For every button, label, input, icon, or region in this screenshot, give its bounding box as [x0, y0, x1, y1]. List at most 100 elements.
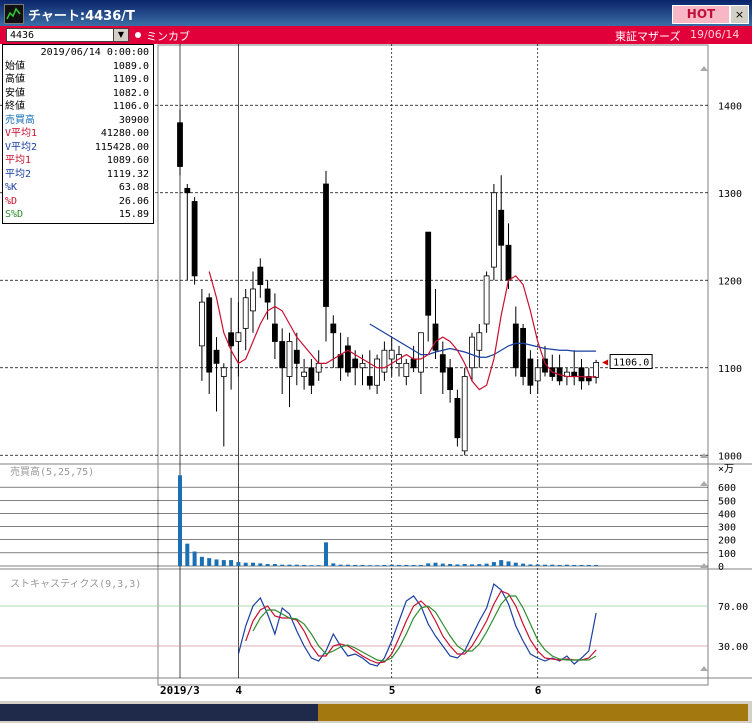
candle-body [417, 332, 424, 373]
candle-body [228, 332, 235, 347]
volume-bar [309, 565, 314, 566]
volume-bar [178, 475, 182, 566]
info-label: 売買高 [5, 114, 35, 126]
last-price-label: 1106.0 [613, 358, 649, 369]
info-row: 平均2 1119.32 [5, 168, 151, 181]
volume-bar [375, 565, 380, 566]
candle-body [381, 349, 388, 373]
volume-bar [382, 564, 387, 566]
x-tick-label: 6 [535, 684, 542, 697]
info-label: S%D [5, 209, 24, 220]
stock-code-input[interactable]: 4436 [6, 28, 120, 42]
volume-tick-label: 0 [718, 562, 724, 573]
info-label: 終値 [5, 101, 25, 112]
info-row: %D 26.06 [5, 195, 151, 208]
candle-body [410, 358, 417, 369]
info-row: 安値 1082.0 [5, 87, 151, 100]
candle-body [454, 397, 461, 439]
volume-tick-label: 300 [718, 523, 736, 534]
info-value: 1082.0 [112, 87, 149, 99]
volume-bar [397, 564, 401, 566]
candle-body [308, 367, 315, 386]
price-tick-label: 1000 [718, 451, 742, 462]
panel-marker-icon [700, 563, 708, 568]
candle-body [571, 371, 578, 377]
candle-body [315, 362, 322, 373]
volume-bar [324, 542, 328, 566]
volume-bar [221, 560, 226, 566]
scroll-left-area[interactable] [0, 704, 318, 721]
volume-bar [287, 564, 292, 566]
info-value: 1089.0 [112, 60, 149, 72]
x-tick-label: 2019/3 [160, 684, 200, 697]
volume-bar [185, 543, 190, 566]
stochastic-title: ストキャスティクス(9,3,3) [10, 578, 141, 590]
volume-title: 売買高(5,25,75) [10, 465, 94, 478]
volume-bar [389, 564, 394, 566]
volume-bar [345, 564, 350, 566]
price-tick-label: 1400 [718, 101, 742, 112]
candle-body [512, 323, 519, 369]
candle-body [213, 349, 220, 364]
volume-bar [214, 559, 219, 566]
candle-body [323, 183, 329, 307]
info-label: V平均1 [5, 128, 38, 139]
chart-source-label: ミンカブ [146, 30, 190, 43]
volume-bar [557, 564, 562, 566]
volume-bar [302, 564, 307, 566]
volume-bar [491, 562, 496, 566]
volume-tick-label: 500 [718, 496, 736, 507]
info-row: S%D 15.89 [5, 208, 151, 221]
volume-bar [477, 564, 482, 566]
volume-bar [550, 564, 555, 566]
info-value: 1089.60 [106, 155, 149, 166]
volume-bar [433, 562, 438, 566]
volume-bar [543, 564, 547, 566]
info-value: 1106.0 [112, 101, 149, 112]
info-row: V平均2 115428.00 [5, 141, 151, 154]
candle-body [403, 362, 410, 377]
market-label: 東証マザーズ [615, 30, 681, 43]
info-row: 2019/06/14 0:00:00 [5, 46, 151, 59]
candle-body [177, 122, 183, 167]
info-row: %K 63.08 [5, 181, 151, 194]
candle-body [578, 367, 585, 382]
scroll-thumb[interactable] [318, 704, 748, 721]
info-value: 2019/06/14 0:00:00 [40, 47, 149, 58]
x-tick-label: 4 [235, 684, 242, 697]
info-label: 平均1 [5, 155, 32, 166]
close-button[interactable]: × [730, 5, 749, 24]
volume-bar [572, 564, 577, 566]
scroll-bar[interactable] [0, 701, 752, 723]
candle-body [198, 301, 205, 347]
chevron-down-icon[interactable]: ▼ [113, 28, 129, 42]
stochastic-line [237, 582, 597, 667]
chart-app-icon [4, 4, 24, 24]
candle-body [250, 288, 256, 312]
candle-body [469, 336, 475, 369]
candle-body [352, 358, 359, 369]
last-price-arrow [602, 359, 609, 366]
volume-bar [462, 564, 467, 566]
volume-bar [272, 564, 277, 566]
info-row: 売買高 30900 [5, 114, 151, 127]
volume-bar [594, 564, 599, 566]
candle-body [279, 341, 286, 369]
candle-body [388, 349, 395, 360]
info-row: V平均1 41280.00 [5, 127, 151, 140]
panel-marker-icon [700, 66, 708, 71]
volume-bar [564, 564, 569, 566]
candle-body [286, 341, 293, 377]
info-value: 15.89 [118, 209, 149, 220]
hot-button[interactable]: HOT [672, 5, 730, 24]
volume-bar [280, 564, 285, 566]
info-value: 41280.00 [100, 128, 149, 139]
radio-dot-icon[interactable] [135, 32, 141, 38]
price-tick-label: 1200 [718, 276, 742, 287]
volume-tick-label: 100 [718, 549, 736, 560]
stochastic-tick-label: 70.00 [718, 602, 748, 613]
candle-body [432, 323, 439, 351]
candle-body [498, 209, 505, 246]
volume-bar [535, 564, 540, 566]
panel-marker-icon [700, 481, 708, 486]
